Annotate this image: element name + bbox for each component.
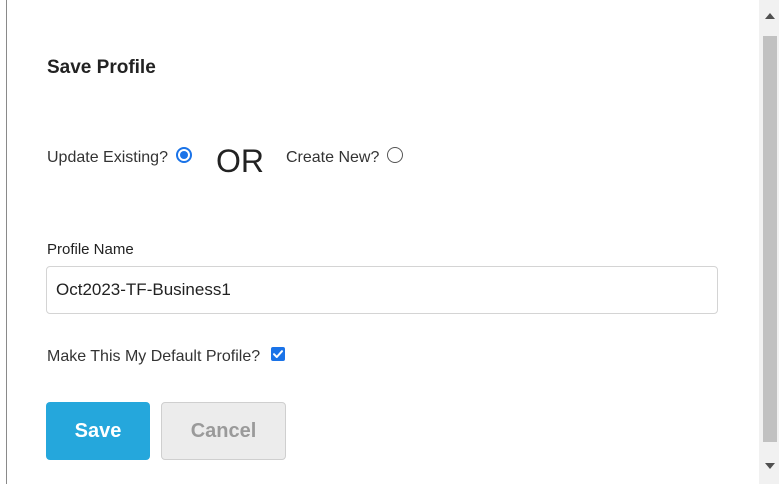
scroll-up-button[interactable] (763, 10, 777, 22)
or-separator: OR (215, 142, 264, 179)
update-existing-label: Update Existing? (47, 149, 168, 166)
scroll-down-button[interactable] (763, 460, 777, 472)
triangle-up-icon (765, 13, 775, 19)
default-profile-checkbox[interactable] (271, 347, 286, 361)
dialog-left-border (6, 0, 7, 484)
dialog-title: Save Profile (47, 57, 156, 78)
save-button[interactable]: Save (46, 402, 150, 460)
create-new-radio[interactable] (387, 147, 404, 163)
update-existing-radio[interactable] (175, 147, 192, 163)
profile-mode-choice: Update Existing? OR Create New? (47, 136, 404, 180)
scrollbar-thumb[interactable] (763, 36, 777, 442)
profile-name-label: Profile Name (47, 241, 134, 258)
save-profile-dialog: Save Profile Update Existing? OR Create … (0, 0, 779, 484)
profile-name-input[interactable] (46, 266, 718, 314)
triangle-down-icon (765, 463, 775, 469)
cancel-button[interactable]: Cancel (161, 402, 286, 460)
create-new-label: Create New? (285, 149, 380, 166)
default-profile-row: Make This My Default Profile? (47, 347, 286, 366)
checkmark-icon (273, 350, 284, 358)
default-profile-label: Make This My Default Profile? (47, 348, 261, 365)
